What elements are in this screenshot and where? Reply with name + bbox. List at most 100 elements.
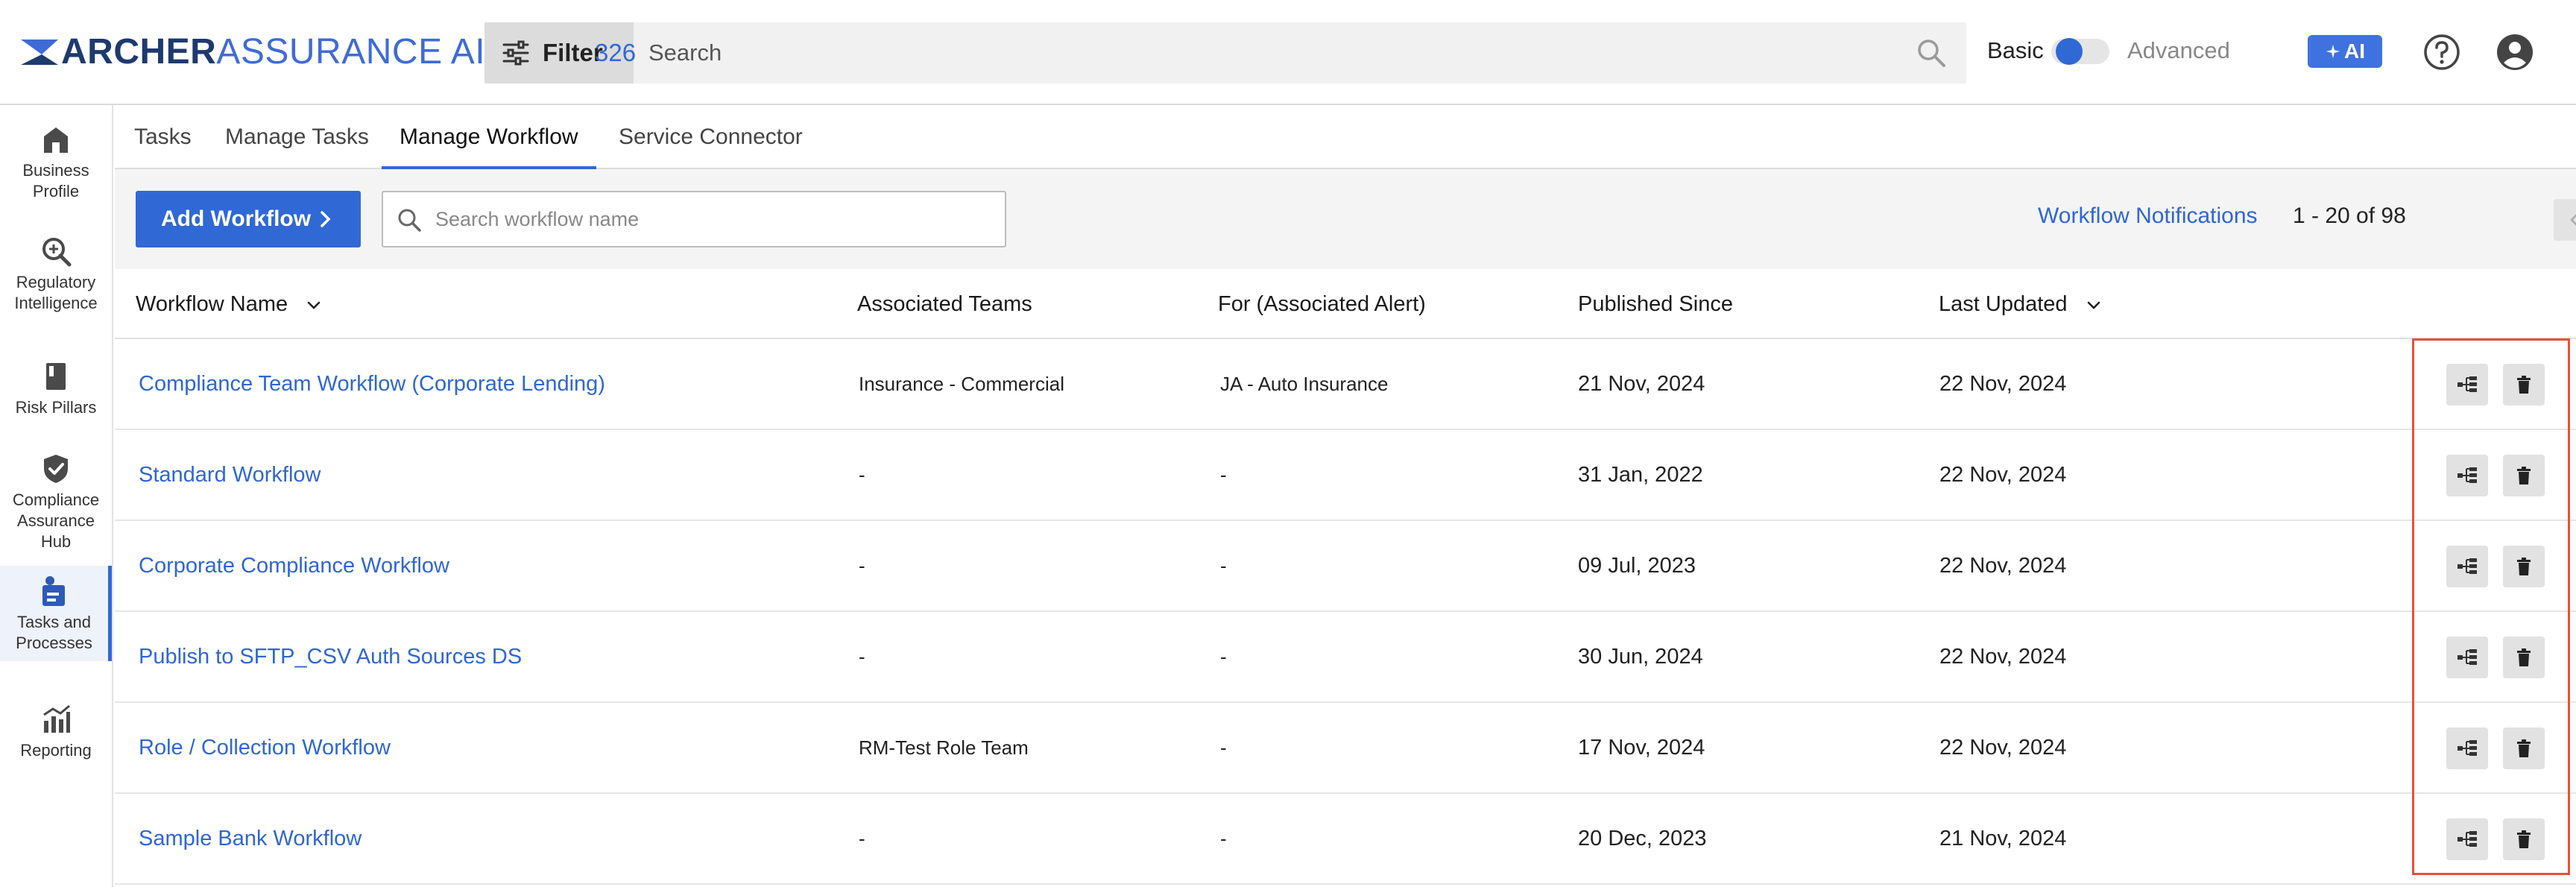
ai-label: AI xyxy=(2344,40,2365,63)
table-row: Standard Workflow - - 31 Jan, 2022 22 No… xyxy=(115,430,2576,521)
workflow-notifications-link[interactable]: Workflow Notifications xyxy=(2038,203,2258,229)
associated-alert-cell: - xyxy=(1220,736,1227,759)
table-header: Workflow Name Associated Teams For (Asso… xyxy=(115,269,2576,339)
chevron-left-icon xyxy=(2570,214,2576,226)
trash-icon xyxy=(2517,467,2531,484)
column-header-last-updated[interactable]: Last Updated xyxy=(1939,269,2102,339)
workflow-tree-icon xyxy=(2457,558,2477,574)
workflow-tree-icon xyxy=(2457,740,2477,756)
published-since-cell: 21 Nov, 2024 xyxy=(1578,372,1705,396)
associated-team-cell: - xyxy=(859,827,865,850)
mode-toggle[interactable] xyxy=(2051,38,2109,65)
nav-item-business-profile[interactable]: Business Profile xyxy=(0,120,112,209)
published-since-cell: 17 Nov, 2024 xyxy=(1578,736,1705,760)
mode-basic-label[interactable]: Basic xyxy=(1987,37,2044,64)
associated-team-cell: Insurance - Commercial xyxy=(859,373,1064,395)
associated-team-cell: - xyxy=(859,645,865,668)
workflow-name-link[interactable]: Corporate Compliance Workflow xyxy=(139,521,449,610)
global-search-input[interactable] xyxy=(648,22,1878,83)
associated-team-cell: - xyxy=(859,464,865,486)
column-label: Last Updated xyxy=(1939,292,2068,316)
nav-label-compliance-assurance-hub: Compliance Assurance Hub xyxy=(12,490,100,551)
nav-label-regulatory-intelligence: Regulatory Intelligence xyxy=(14,273,98,312)
associated-team-cell: - xyxy=(859,555,865,577)
section-tabs: Tasks Manage Tasks Manage Workflow Servi… xyxy=(115,105,2576,169)
trash-icon xyxy=(2517,739,2531,757)
brand-name-primary: ARCHER xyxy=(61,32,217,72)
sliders-icon xyxy=(502,40,529,66)
workflow-tree-icon xyxy=(2457,649,2477,665)
trash-icon xyxy=(2517,648,2531,666)
column-label: Workflow Name xyxy=(136,292,288,316)
table-row: Corporate Compliance Workflow - - 09 Jul… xyxy=(115,521,2576,612)
delete-workflow-button[interactable] xyxy=(2503,637,2545,678)
last-updated-cell: 22 Nov, 2024 xyxy=(1939,372,2067,396)
associated-alert-cell: - xyxy=(1220,645,1227,668)
tab-tasks[interactable]: Tasks xyxy=(116,105,209,169)
column-header-workflow-name[interactable]: Workflow Name xyxy=(136,269,322,339)
workflow-name-link[interactable]: Compliance Team Workflow (Corporate Lend… xyxy=(139,339,605,429)
brand-logo[interactable]: ARCHERASSURANCE AI xyxy=(19,28,485,76)
published-since-cell: 31 Jan, 2022 xyxy=(1578,463,1703,487)
workflow-name-link[interactable]: Role / Collection Workflow xyxy=(139,703,391,792)
last-updated-cell: 22 Nov, 2024 xyxy=(1939,463,2067,487)
last-updated-cell: 22 Nov, 2024 xyxy=(1939,554,2067,578)
search-icon xyxy=(398,209,421,232)
last-updated-cell: 22 Nov, 2024 xyxy=(1939,645,2067,669)
tab-manage-workflow[interactable]: Manage Workflow xyxy=(382,105,596,169)
brand-name-secondary: ASSURANCE AI xyxy=(216,32,486,72)
delete-workflow-button[interactable] xyxy=(2503,818,2545,860)
workflow-diagram-button[interactable] xyxy=(2446,637,2488,678)
archer-logo-icon xyxy=(21,40,58,65)
delete-workflow-button[interactable] xyxy=(2503,727,2545,769)
workflow-diagram-button[interactable] xyxy=(2446,546,2488,587)
workflow-search-input[interactable] xyxy=(435,192,987,246)
nav-item-reporting[interactable]: Reporting xyxy=(0,700,112,774)
nav-item-tasks-and-processes[interactable]: Tasks and Processes xyxy=(0,566,112,661)
workflow-toolbar: Add Workflow Workflow Notifications 1 - … xyxy=(115,169,2576,269)
tab-manage-tasks[interactable]: Manage Tasks xyxy=(207,105,387,169)
table-row: Compliance Team Workflow (Corporate Lend… xyxy=(115,339,2576,430)
workflow-name-link[interactable]: Sample Bank Workflow xyxy=(139,794,362,883)
published-since-cell: 09 Jul, 2023 xyxy=(1578,554,1696,578)
mode-advanced-label[interactable]: Advanced xyxy=(2127,37,2230,64)
delete-workflow-button[interactable] xyxy=(2503,546,2545,587)
associated-team-cell: RM-Test Role Team xyxy=(859,736,1029,759)
top-bar: ARCHERASSURANCE AI Filter 326 Basic Adva… xyxy=(0,0,2576,105)
nav-label-reporting: Reporting xyxy=(20,741,92,760)
ai-assistant-button[interactable]: AI xyxy=(2308,35,2382,68)
workflow-diagram-button[interactable] xyxy=(2446,727,2488,769)
nav-item-compliance-assurance-hub[interactable]: Compliance Assurance Hub xyxy=(0,449,112,554)
associated-alert-cell: JA - Auto Insurance xyxy=(1220,373,1389,395)
workflow-diagram-button[interactable] xyxy=(2446,818,2488,860)
column-header-associated-teams: Associated Teams xyxy=(857,292,1032,316)
building-icon xyxy=(44,127,68,153)
book-icon xyxy=(46,363,66,390)
tab-service-connector[interactable]: Service Connector xyxy=(601,105,821,169)
help-icon[interactable] xyxy=(2422,33,2461,72)
workflow-table: Workflow Name Associated Teams For (Asso… xyxy=(115,269,2576,887)
nav-item-regulatory-intelligence[interactable]: Regulatory Intelligence xyxy=(0,232,112,329)
workflow-search-box[interactable] xyxy=(382,191,1006,247)
chevron-right-icon xyxy=(321,211,331,227)
filter-count: 326 xyxy=(595,39,637,66)
trash-icon xyxy=(2517,830,2531,848)
chevron-down-icon xyxy=(307,302,321,310)
search-icon[interactable] xyxy=(1916,37,1947,69)
table-row: Sample Bank Workflow - - 20 Dec, 2023 21… xyxy=(115,794,2576,885)
delete-workflow-button[interactable] xyxy=(2503,364,2545,405)
table-row: Publish to SFTP_CSV Auth Sources DS - - … xyxy=(115,612,2576,703)
workflow-name-link[interactable]: Standard Workflow xyxy=(139,430,321,520)
workflow-diagram-button[interactable] xyxy=(2446,455,2488,496)
published-since-cell: 30 Jun, 2024 xyxy=(1578,645,1703,669)
column-header-associated-alert: For (Associated Alert) xyxy=(1218,292,1426,316)
workflow-diagram-button[interactable] xyxy=(2446,364,2488,405)
workflow-tree-icon xyxy=(2457,831,2477,847)
user-avatar-icon[interactable] xyxy=(2496,33,2534,72)
add-workflow-button[interactable]: Add Workflow xyxy=(136,191,361,247)
nav-item-risk-pillars[interactable]: Risk Pillars xyxy=(0,357,112,432)
delete-workflow-button[interactable] xyxy=(2503,455,2545,496)
workflow-name-link[interactable]: Publish to SFTP_CSV Auth Sources DS xyxy=(139,612,522,701)
published-since-cell: 20 Dec, 2023 xyxy=(1578,827,1707,850)
previous-page-button[interactable] xyxy=(2554,199,2576,241)
